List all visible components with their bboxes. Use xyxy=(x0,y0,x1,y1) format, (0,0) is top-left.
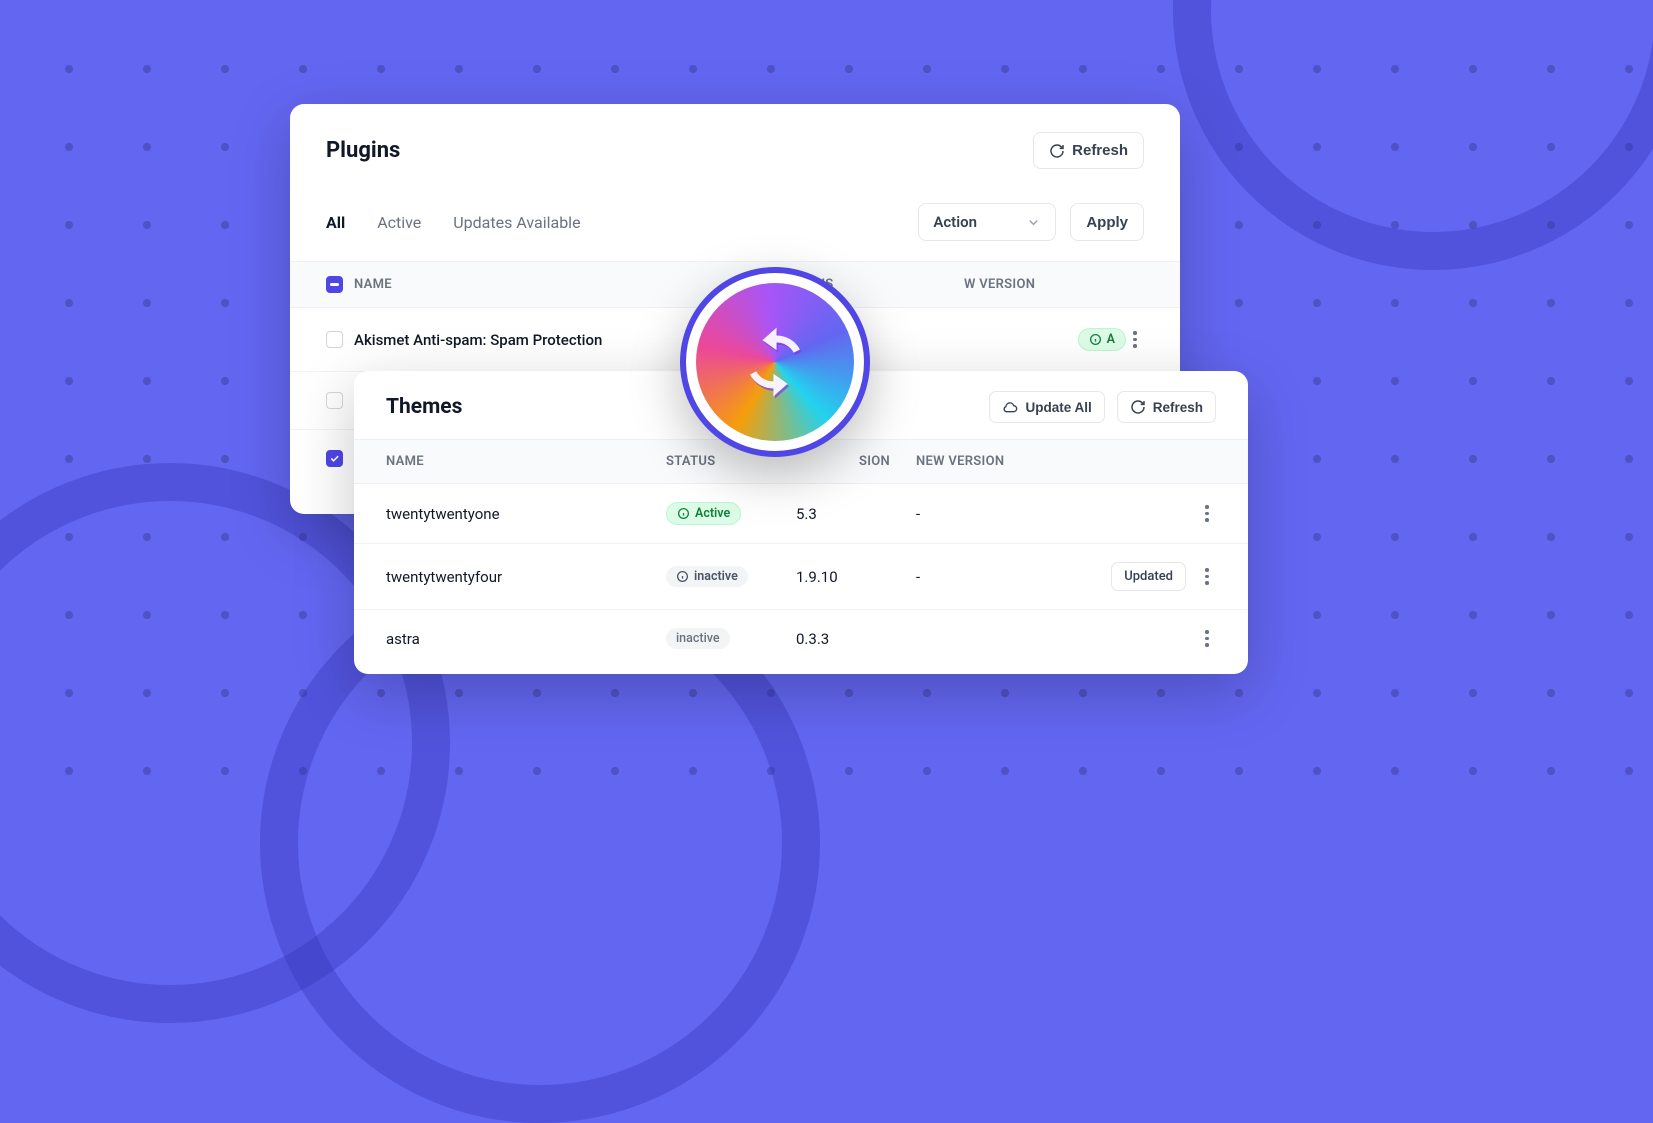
theme-version: 5.3 xyxy=(796,505,916,523)
update-all-label: Update All xyxy=(1025,400,1091,415)
tab-active[interactable]: Active xyxy=(377,213,421,232)
theme-version: 0.3.3 xyxy=(796,630,916,648)
theme-name: astra xyxy=(386,630,666,648)
status-badge: Active xyxy=(666,502,741,525)
row-checkbox[interactable] xyxy=(326,331,343,348)
select-label: Action xyxy=(933,213,977,231)
apply-button[interactable]: Apply xyxy=(1070,203,1144,241)
apply-label: Apply xyxy=(1086,214,1128,231)
info-icon xyxy=(677,507,690,520)
theme-name: twentytwentyone xyxy=(386,505,666,523)
sync-arrows-icon xyxy=(736,323,814,401)
theme-row: twentytwentyfour inactive 1.9.10 - Updat… xyxy=(354,544,1248,610)
row-menu-button[interactable] xyxy=(1126,331,1144,348)
theme-new-version: - xyxy=(916,505,1066,523)
status-badge: inactive xyxy=(666,566,748,587)
tab-updates-available[interactable]: Updates Available xyxy=(453,213,580,232)
themes-title: Themes xyxy=(386,395,462,419)
refresh-button[interactable]: Refresh xyxy=(1033,132,1144,169)
col-new-version: W VERSION xyxy=(964,277,1144,292)
row-menu-button[interactable] xyxy=(1198,568,1216,585)
row-menu-button[interactable] xyxy=(1198,630,1216,647)
theme-new-version: - xyxy=(916,568,1066,586)
refresh-label: Refresh xyxy=(1153,400,1203,415)
status-badge: inactive xyxy=(666,628,730,649)
status-text: inactive xyxy=(676,631,720,646)
status-text: inactive xyxy=(694,569,738,584)
plugins-title: Plugins xyxy=(326,138,400,163)
info-icon xyxy=(1089,333,1102,346)
tab-all[interactable]: All xyxy=(326,213,345,232)
refresh-icon xyxy=(1130,399,1146,415)
update-all-button[interactable]: Update All xyxy=(989,391,1104,423)
status-text: A xyxy=(1107,332,1115,347)
bulk-action-select[interactable]: Action xyxy=(918,203,1056,241)
status-badge: A xyxy=(1078,328,1126,351)
row-checkbox[interactable] xyxy=(326,392,343,409)
theme-row: astra inactive 0.3.3 xyxy=(354,610,1248,667)
cloud-icon xyxy=(1002,399,1018,415)
updated-badge: Updated xyxy=(1111,562,1186,591)
col-version: SION xyxy=(796,454,916,469)
refresh-label: Refresh xyxy=(1072,142,1128,159)
theme-name: twentytwentyfour xyxy=(386,568,666,586)
row-menu-button[interactable] xyxy=(1198,505,1216,522)
sync-hero-icon xyxy=(680,267,870,457)
theme-version: 1.9.10 xyxy=(796,568,916,586)
select-all-checkbox[interactable] xyxy=(326,276,343,293)
col-name: NAME xyxy=(386,454,666,469)
theme-row: twentytwentyone Active 5.3 - xyxy=(354,484,1248,544)
status-text: Active xyxy=(695,506,730,521)
refresh-icon xyxy=(1049,143,1065,159)
refresh-button[interactable]: Refresh xyxy=(1117,391,1216,423)
row-checkbox[interactable] xyxy=(326,450,343,467)
info-icon xyxy=(676,570,689,583)
chevron-down-icon xyxy=(1026,215,1041,230)
col-new-version: NEW VERSION xyxy=(916,454,1066,469)
plugins-tabs: All Active Updates Available xyxy=(326,213,581,232)
